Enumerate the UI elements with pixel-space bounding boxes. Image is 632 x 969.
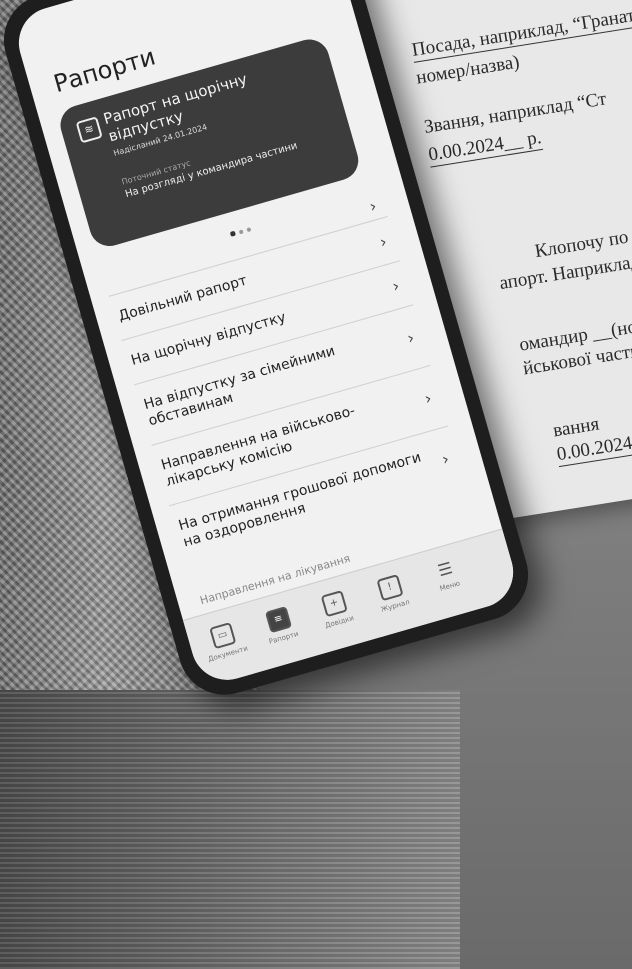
- chevron-right-icon: ›: [367, 196, 379, 217]
- nav-documents[interactable]: ▭ Документи: [193, 617, 256, 665]
- nav-journal[interactable]: ! Журнал: [360, 569, 423, 617]
- menu-icon: ☰: [435, 558, 455, 581]
- chevron-right-icon: ›: [439, 448, 452, 469]
- report-menu: › Довільний рапорт › На щорічну відпустку…: [102, 191, 465, 567]
- plus-icon: +: [320, 590, 348, 618]
- nav-label: Документи: [207, 644, 249, 664]
- info-icon: !: [376, 574, 404, 602]
- folder-icon: ▭: [209, 622, 237, 650]
- chevron-right-icon: ›: [422, 388, 434, 409]
- fabric-foreground: [0, 690, 460, 969]
- nav-certificates[interactable]: + Довідки: [304, 585, 367, 633]
- paper-line: Посада, наприклад, “Гранат: [410, 4, 632, 63]
- nav-reports[interactable]: ≡ Рапорти: [249, 601, 312, 649]
- bottom-nav: ▭ Документи ≡ Рапорти + Довідки ! Журнал ☰ Ме…: [182, 528, 522, 689]
- chevron-right-icon: ›: [377, 231, 389, 252]
- photo-scene: Посада, наприклад, “Гранат номер/назва) …: [0, 0, 632, 969]
- report-icon: ≡: [264, 606, 293, 634]
- chevron-right-icon: ›: [405, 327, 417, 348]
- nav-label: Меню: [438, 579, 462, 593]
- chevron-right-icon: ›: [390, 275, 402, 296]
- nav-menu[interactable]: ☰ Меню: [416, 553, 478, 597]
- document-icon: ≋: [75, 116, 103, 144]
